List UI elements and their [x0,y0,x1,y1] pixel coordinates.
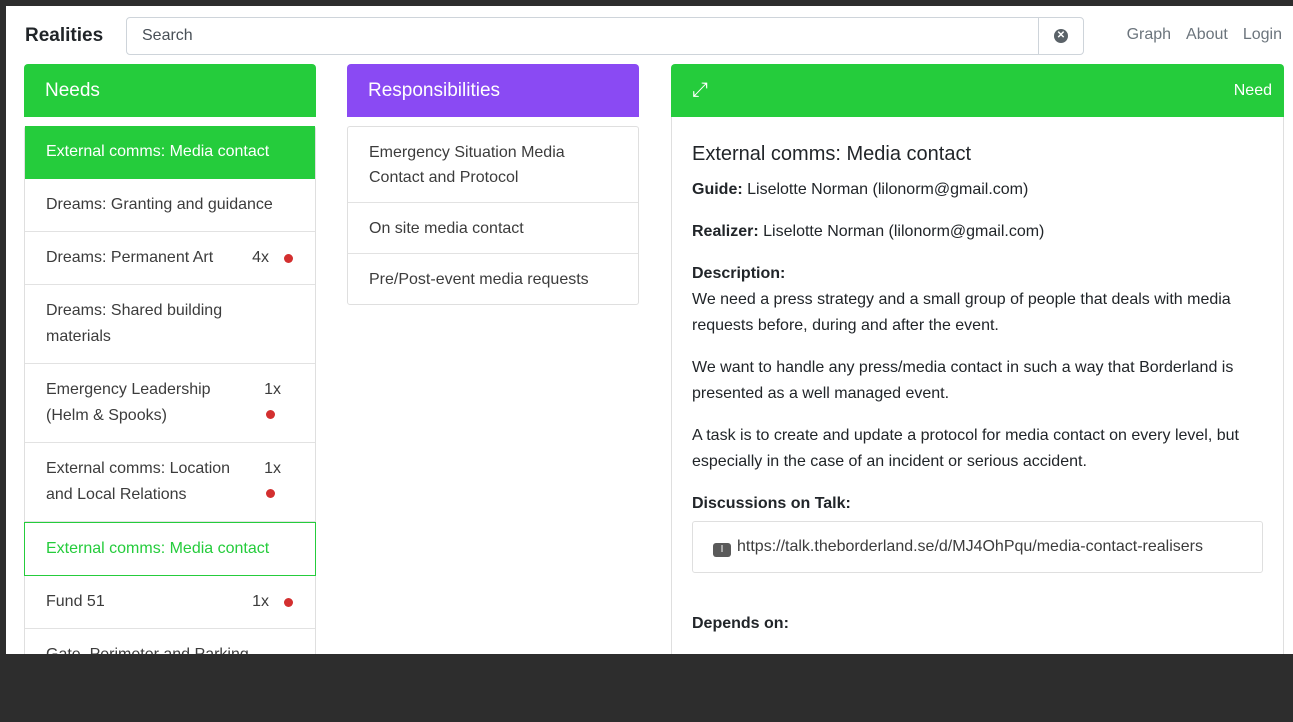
talk-link[interactable]: https://talk.theborderland.se/d/MJ4OhPqu… [737,538,1203,555]
nav-links: Graph About Login [1127,26,1282,44]
realizer-label: Realizer: [692,223,759,240]
close-circle-icon: ✕ [1054,29,1068,43]
need-item-count: 4x [252,249,269,266]
nav-link-graph[interactable]: Graph [1127,26,1171,44]
needs-title: Needs [45,79,100,101]
need-item[interactable]: Dreams: Granting and guidance [25,179,315,232]
need-item[interactable]: Dreams: Permanent Art 4x [25,232,315,285]
alert-dot-icon [266,410,275,419]
nav-link-about[interactable]: About [1186,26,1228,44]
description-paragraph: A task is to create and update a protoco… [692,427,1239,470]
needs-list: External comms: Media contact Dreams: Gra… [24,126,316,654]
need-item-label: Dreams: Shared building materials [46,302,223,345]
alert-dot-icon [266,489,275,498]
brand-logo[interactable]: Realities [25,25,103,47]
depends-label: Depends on: [692,615,789,632]
search-input[interactable] [127,18,1039,54]
need-item[interactable]: Gate, Perimeter and Parking [25,629,315,654]
detail-header: ⤢ Need [671,64,1284,117]
need-item-label: Emergency Leadership (Helm & Spooks) [46,381,211,424]
realizer-value: Liselotte Norman (lilonorm@gmail.com) [763,223,1045,240]
need-item-label: Fund 51 [46,593,105,610]
alert-dot-icon [284,254,293,263]
need-item-count: 1x [264,381,281,398]
detail-title: External comms: Media contact [692,143,971,165]
detail-type-label: Need [1233,81,1272,99]
top-navbar: Realities ✕ Graph About Login [6,6,1293,63]
search-bar: ✕ [126,17,1084,55]
realizer-row: Realizer: Liselotte Norman (lilonorm@gma… [692,219,1263,245]
description-paragraph: We want to handle any press/media contac… [692,359,1234,402]
responsibility-item[interactable]: Emergency Situation Media Contact and Pr… [348,127,638,203]
responsibility-item[interactable]: Pre/Post-event media requests [348,254,638,304]
responsibility-item[interactable]: On site media contact [348,203,638,254]
need-item[interactable]: Fund 51 1x [25,576,315,629]
responsibilities-list: Emergency Situation Media Contact and Pr… [347,126,639,305]
guide-label: Guide: [692,181,743,198]
need-item-label: Dreams: Granting and guidance [46,196,273,213]
guide-row: Guide: Liselotte Norman (lilonorm@gmail.… [692,177,1263,203]
need-item[interactable]: External comms: Media contact [24,522,316,576]
need-item-count: 1x [252,593,269,610]
need-item-label: External comms: Media contact [46,143,270,160]
app-window: Realities ✕ Graph About Login Needs Exte… [6,6,1293,654]
detail-panel: External comms: Media contact Guide: Lis… [671,117,1284,654]
need-item-label: Dreams: Permanent Art [46,249,214,266]
need-item[interactable]: Emergency Leadership (Helm & Spooks) 1x [25,364,315,443]
guide-value: Liselotte Norman (lilonorm@gmail.com) [747,181,1029,198]
need-item-label: External comms: Media contact [46,540,270,557]
alert-dot-icon [284,598,293,607]
clear-search-button[interactable]: ✕ [1038,18,1083,54]
nav-link-login[interactable]: Login [1243,26,1282,44]
needs-header: Needs [24,64,316,117]
description-label: Description: [692,265,786,282]
need-item-count: 1x [264,460,281,477]
responsibilities-title: Responsibilities [368,79,501,101]
talk-link-box: Ihttps://talk.theborderland.se/d/MJ4OhPq… [692,521,1263,573]
description-paragraph: We need a press strategy and a small gro… [692,291,1231,334]
need-item-label: External comms: Location and Local Relat… [46,460,231,503]
discussions-label: Discussions on Talk: [692,495,851,512]
need-item-label: Gate, Perimeter and Parking [46,642,285,654]
expand-icon[interactable]: ⤢ [692,79,708,102]
need-item[interactable]: External comms: Media contact [25,126,315,179]
responsibilities-header: Responsibilities [347,64,639,117]
need-item[interactable]: Dreams: Shared building materials [25,285,315,364]
discourse-icon: I [713,543,731,557]
need-item[interactable]: External comms: Location and Local Relat… [25,443,315,522]
